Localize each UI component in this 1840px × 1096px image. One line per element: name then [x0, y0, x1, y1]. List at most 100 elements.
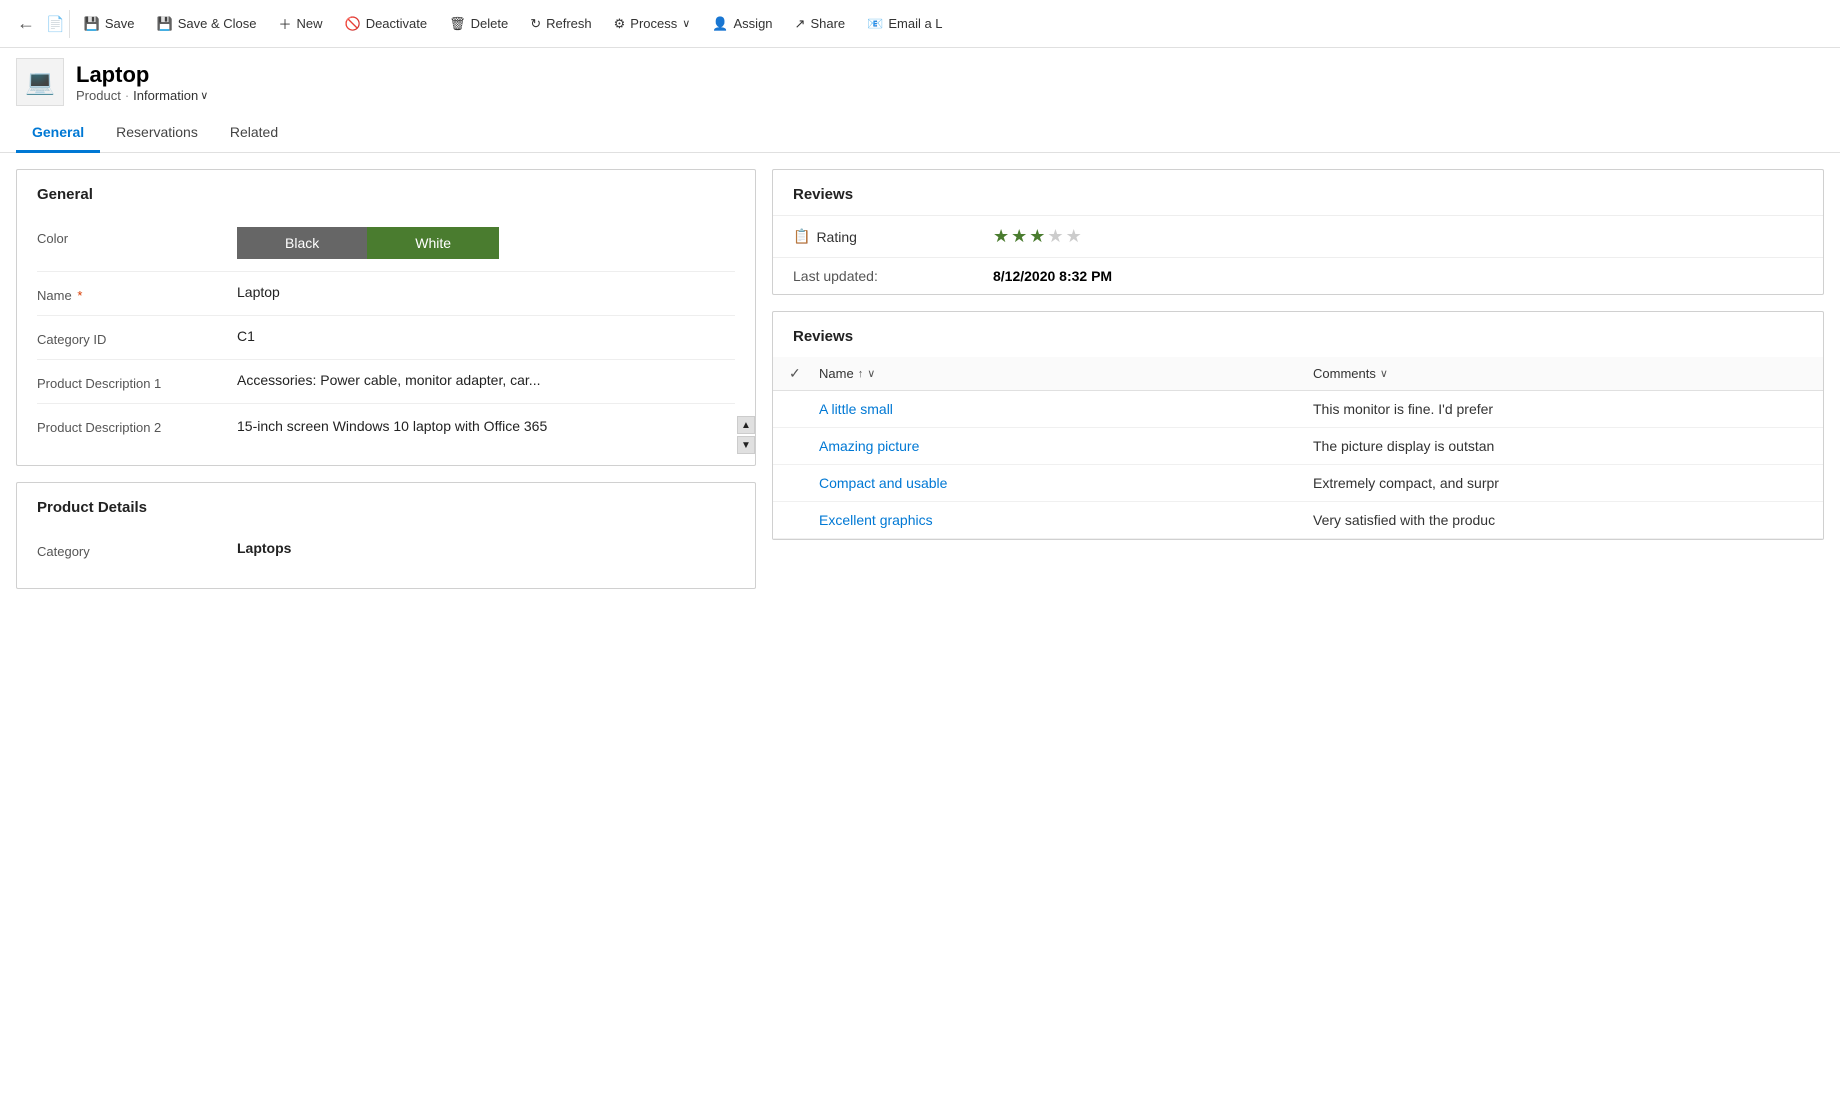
main-content: General Color Black White Name [0, 153, 1840, 605]
right-panel: Reviews 📋 Rating ★ ★ ★ ★ ★ Last [772, 169, 1824, 540]
reviews-table-header: ✓ Name ↑ ∨ Comments ∨ [773, 357, 1823, 391]
rating-stars: ★ ★ ★ ★ ★ [993, 226, 1803, 247]
record-icon: 💻 [16, 58, 64, 106]
scroll-indicator: ▲ ▼ [737, 416, 755, 454]
review-row-item: Compact and usable Extremely compact, an… [773, 465, 1823, 502]
general-form: Color Black White Name * Laptop [17, 215, 755, 465]
review-row-item: Excellent graphics Very satisfied with t… [773, 502, 1823, 539]
save-close-button[interactable]: 💾 Save & Close [147, 10, 267, 38]
header-name: Name ↑ ∨ [819, 366, 1313, 381]
star-4: ★ [1047, 226, 1063, 247]
product-desc1-value: Accessories: Power cable, monitor adapte… [237, 372, 735, 388]
star-5: ★ [1066, 226, 1082, 247]
category-id-row: Category ID C1 [37, 316, 735, 360]
new-button[interactable]: ＋ New [268, 8, 332, 39]
category-id-label: Category ID [37, 328, 237, 347]
breadcrumb-chevron-icon: ∨ [200, 89, 208, 102]
share-button[interactable]: ↗ Share [785, 10, 856, 38]
process-button[interactable]: ⚙ Process ∨ [604, 10, 701, 38]
last-updated-value: 8/12/2020 8:32 PM [993, 268, 1803, 284]
tab-reservations[interactable]: Reservations [100, 114, 214, 153]
stars-display: ★ ★ ★ ★ ★ [993, 226, 1803, 247]
tab-related[interactable]: Related [214, 114, 294, 153]
color-black-button[interactable]: Black [237, 227, 367, 259]
product-desc1-label: Product Description 1 [37, 372, 237, 391]
assign-label: Assign [734, 16, 773, 31]
assign-button[interactable]: 👤 Assign [702, 10, 782, 38]
product-desc2-value: 15-inch screen Windows 10 laptop with Of… [237, 416, 735, 437]
name-row: Name * Laptop [37, 272, 735, 316]
name-sort-desc-icon[interactable]: ∨ [867, 367, 875, 380]
tabs: General Reservations Related [0, 114, 1840, 153]
reviews-table-card: Reviews ✓ Name ↑ ∨ Comments ∨ A litt [772, 311, 1824, 540]
record-header: 💻 Laptop Product · Information ∨ [0, 48, 1840, 114]
review-name-link[interactable]: A little small [819, 401, 1313, 417]
process-label: Process [630, 16, 677, 31]
breadcrumb-info-label: Information [133, 88, 198, 103]
email-label: Email a L [888, 16, 942, 31]
review-name-link[interactable]: Compact and usable [819, 475, 1313, 491]
general-card-title: General [17, 170, 755, 215]
breadcrumb: Product · Information ∨ [76, 88, 208, 103]
rating-label: 📋 Rating [793, 228, 993, 245]
header-check: ✓ [789, 365, 819, 382]
tab-general[interactable]: General [16, 114, 100, 153]
breadcrumb-info-dropdown[interactable]: Information ∨ [133, 88, 208, 103]
category-label: Category [37, 540, 237, 559]
color-row: Color Black White [37, 215, 735, 272]
star-2: ★ [1011, 226, 1027, 247]
category-value: Laptops [237, 540, 735, 556]
delete-button[interactable]: 🗑 Delete [439, 10, 518, 38]
reviews-table-body: A little small This monitor is fine. I'd… [773, 391, 1823, 539]
page-icon: 📄 [46, 15, 65, 33]
color-label: Color [37, 227, 237, 246]
scroll-down-button[interactable]: ▼ [737, 436, 755, 454]
left-panel: General Color Black White Name [16, 169, 756, 589]
delete-icon: 🗑 [449, 16, 466, 32]
comments-sort-desc-icon[interactable]: ∨ [1380, 367, 1388, 380]
review-name-link[interactable]: Excellent graphics [819, 512, 1313, 528]
email-button[interactable]: 📧 Email a L [857, 10, 952, 38]
process-chevron-icon: ∨ [682, 17, 690, 30]
save-close-icon: 💾 [157, 16, 173, 32]
review-name-link[interactable]: Amazing picture [819, 438, 1313, 454]
share-icon: ↗ [795, 16, 806, 32]
toolbar: ← 📄 💾 Save 💾 Save & Close ＋ New 🚫 Deacti… [0, 0, 1840, 48]
name-value[interactable]: Laptop [237, 284, 735, 300]
deactivate-button[interactable]: 🚫 Deactivate [335, 10, 438, 38]
check-icon: ✓ [789, 365, 801, 381]
back-button[interactable]: ← [8, 6, 44, 42]
category-id-value: C1 [237, 328, 735, 344]
back-icon: ← [17, 13, 35, 34]
record-title: Laptop [76, 62, 208, 88]
product-details-form: Category Laptops [17, 528, 755, 588]
name-required: * [77, 288, 82, 303]
product-desc1-row: Product Description 1 Accessories: Power… [37, 360, 735, 404]
scroll-up-button[interactable]: ▲ [737, 416, 755, 434]
category-row: Category Laptops [37, 528, 735, 572]
review-comments: Extremely compact, and surpr [1313, 475, 1807, 491]
review-row-item: Amazing picture The picture display is o… [773, 428, 1823, 465]
color-white-button[interactable]: White [367, 227, 499, 259]
assign-icon: 👤 [712, 16, 728, 32]
star-1: ★ [993, 226, 1009, 247]
new-icon: ＋ [278, 14, 291, 33]
product-desc2-row: Product Description 2 15-inch screen Win… [37, 404, 735, 449]
share-label: Share [810, 16, 845, 31]
save-close-label: Save & Close [178, 16, 257, 31]
new-label: New [296, 16, 322, 31]
process-icon: ⚙ [614, 16, 626, 32]
product-desc2-value-wrapper: 15-inch screen Windows 10 laptop with Of… [237, 416, 735, 437]
refresh-button[interactable]: ↻ Refresh [520, 10, 601, 38]
color-toggle: Black White [237, 227, 735, 259]
product-details-card: Product Details Category Laptops [16, 482, 756, 589]
save-button[interactable]: 💾 Save [74, 10, 145, 38]
breadcrumb-separator: · [125, 88, 129, 103]
deactivate-label: Deactivate [366, 16, 427, 31]
last-updated-label: Last updated: [793, 268, 993, 284]
name-sort-asc-icon[interactable]: ↑ [858, 368, 864, 380]
name-label: Name * [37, 284, 237, 303]
toolbar-divider-1 [69, 10, 70, 38]
reviews-summary-card: Reviews 📋 Rating ★ ★ ★ ★ ★ Last [772, 169, 1824, 295]
general-card: General Color Black White Name [16, 169, 756, 466]
